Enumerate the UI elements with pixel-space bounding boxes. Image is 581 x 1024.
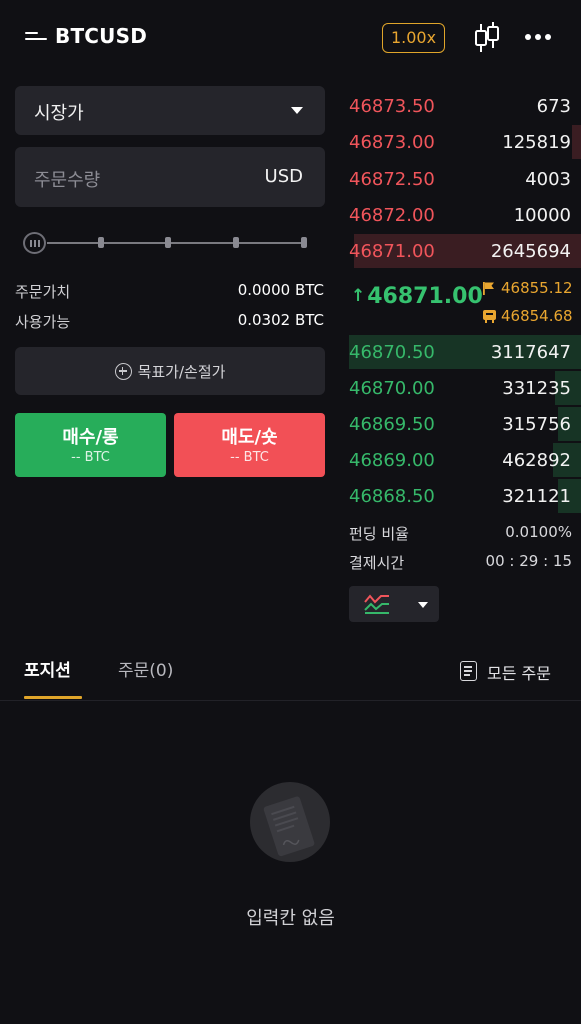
bid-price: 46869.00 <box>349 450 435 471</box>
last-price: ↑46871.00 <box>351 284 483 309</box>
order-type-select[interactable]: 시장가 <box>15 86 325 135</box>
ask-price: 46872.00 <box>349 205 435 226</box>
ask-qty: 10000 <box>513 205 571 226</box>
index-price: 46854.68 <box>501 307 573 325</box>
funding-label: 펀딩 비율 <box>349 525 409 543</box>
bid-qty: 462892 <box>502 450 571 471</box>
slider-track[interactable] <box>47 242 307 244</box>
divider <box>0 700 581 701</box>
ask-qty: 125819 <box>502 132 571 153</box>
ask-price: 46873.00 <box>349 132 435 153</box>
bid-row[interactable]: 46868.50 321121 <box>349 479 581 513</box>
ask-qty: 4003 <box>525 169 571 190</box>
bid-row[interactable]: 46870.50 3117647 <box>349 335 581 369</box>
bid-price: 46869.50 <box>349 414 435 435</box>
ask-row[interactable]: 46872.50 4003 <box>349 162 571 196</box>
buy-long-button[interactable]: 매수/롱 -- BTC <box>15 413 166 477</box>
orderbook-layout-icon <box>364 594 389 614</box>
order-value: 0.0000 BTC <box>237 281 324 299</box>
sell-sub: -- BTC <box>230 450 269 465</box>
bid-row[interactable]: 46869.50 315756 <box>349 407 581 441</box>
last-price-value: 46871.00 <box>367 284 483 309</box>
ask-qty: 673 <box>536 96 571 117</box>
bid-qty: 3117647 <box>490 342 571 363</box>
empty-document-icon <box>250 782 330 862</box>
more-icon[interactable] <box>525 33 553 43</box>
depth-bar <box>572 125 581 159</box>
settlement-label: 결제시간 <box>349 554 405 572</box>
plus-circle-icon <box>114 363 132 380</box>
ask-price: 46873.50 <box>349 96 435 117</box>
funding-value: 0.0100% <box>505 523 572 541</box>
ask-row[interactable]: 46873.50 673 <box>349 89 571 123</box>
settlement-countdown: 00 : 29 : 15 <box>485 552 572 570</box>
slider-mark-50[interactable] <box>165 237 171 248</box>
sell-short-button[interactable]: 매도/숏 -- BTC <box>174 413 325 477</box>
buy-sub: -- BTC <box>71 450 110 465</box>
chevron-down-icon <box>418 602 428 608</box>
symbol-title[interactable]: BTCUSD <box>55 24 147 48</box>
slider-thumb[interactable] <box>23 232 46 254</box>
quantity-unit[interactable]: USD <box>265 166 303 187</box>
ask-price: 46872.50 <box>349 169 435 190</box>
available-value: 0.0302 BTC <box>237 311 324 329</box>
bid-qty: 321121 <box>502 486 571 507</box>
tab-orders[interactable]: 주문(0) <box>118 656 173 681</box>
slider-mark-75[interactable] <box>233 237 239 248</box>
menu-icon[interactable] <box>25 29 47 47</box>
slider-mark-25[interactable] <box>98 237 104 248</box>
ask-row[interactable]: 46872.00 10000 <box>349 198 571 232</box>
mark-price: 46855.12 <box>501 279 573 297</box>
empty-state-text: 입력칸 없음 <box>246 908 335 929</box>
buy-label: 매수/롱 <box>62 427 119 448</box>
quantity-placeholder: 주문수량 <box>34 170 101 191</box>
slider-mark-100[interactable] <box>301 237 307 248</box>
order-value-label: 주문가치 <box>15 283 71 301</box>
ask-price: 46871.00 <box>349 241 435 262</box>
ask-row[interactable]: 46871.00 2645694 <box>349 234 581 268</box>
sell-label: 매도/숏 <box>221 427 278 448</box>
ask-row[interactable]: 46873.00 125819 <box>349 125 581 159</box>
active-tab-indicator <box>24 696 82 699</box>
index-tag-icon <box>483 310 496 323</box>
arrow-up-icon: ↑ <box>351 286 366 306</box>
quantity-slider[interactable] <box>23 232 311 254</box>
bid-row[interactable]: 46870.00 331235 <box>349 371 581 405</box>
bid-row[interactable]: 46869.00 462892 <box>349 443 581 477</box>
bid-price: 46870.00 <box>349 378 435 399</box>
bid-qty: 315756 <box>502 414 571 435</box>
tab-positions[interactable]: 포지션 <box>24 656 71 681</box>
bid-price: 46868.50 <box>349 486 435 507</box>
candlestick-icon[interactable] <box>474 21 500 55</box>
bid-price: 46870.50 <box>349 342 435 363</box>
quantity-input[interactable]: 주문수량 USD <box>15 147 325 207</box>
available-label: 사용가능 <box>15 313 71 331</box>
all-orders-label: 모든 주문 <box>487 664 551 683</box>
tpsl-label: 목표가/손절가 <box>137 363 226 381</box>
orderbook-view-select[interactable] <box>349 586 439 622</box>
document-icon <box>460 661 477 681</box>
bid-qty: 331235 <box>502 378 571 399</box>
flag-icon <box>483 282 494 295</box>
leverage-button[interactable]: 1.00x <box>382 23 445 53</box>
ask-qty: 2645694 <box>490 241 571 262</box>
order-type-label: 시장가 <box>34 103 84 124</box>
tpsl-button[interactable]: 목표가/손절가 <box>15 347 325 395</box>
header: BTCUSD 1.00x <box>0 0 581 76</box>
chevron-down-icon <box>291 107 303 114</box>
